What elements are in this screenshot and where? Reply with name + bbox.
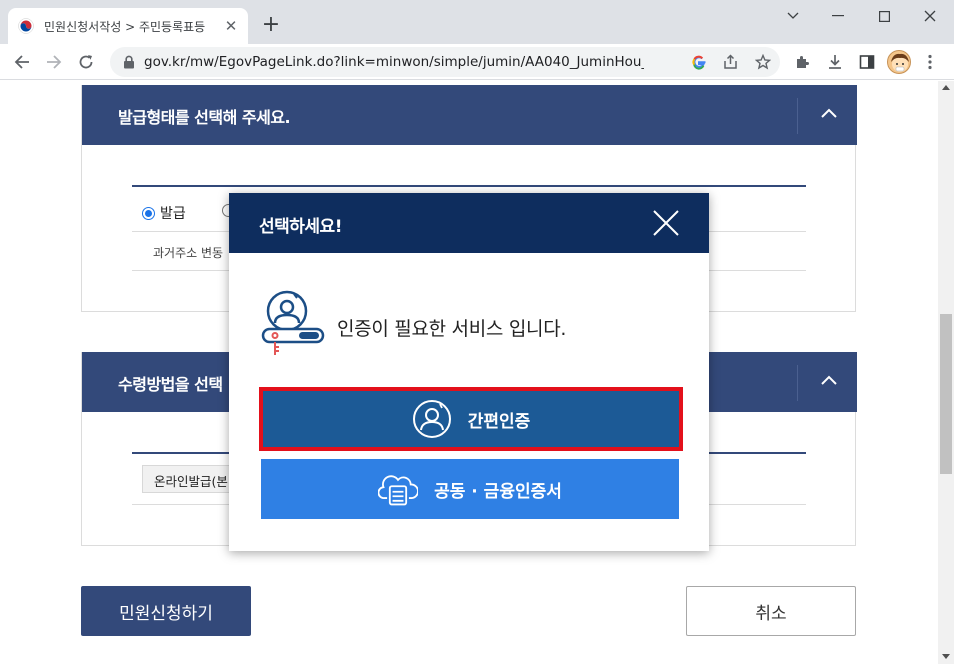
apply-button[interactable]: 민원신청하기 [81, 586, 251, 636]
tab-search-icon[interactable] [770, 0, 816, 32]
scroll-down-arrow-icon[interactable] [942, 654, 950, 659]
auth-message: 인증이 필요한 서비스 입니다. [337, 318, 567, 340]
side-panel-icon[interactable] [857, 52, 877, 72]
past-address-text: 과거주소 변동 [153, 246, 224, 260]
scroll-thumb[interactable] [940, 314, 952, 474]
chevron-up-icon[interactable] [817, 369, 841, 393]
download-icon[interactable] [825, 52, 845, 72]
scroll-up-arrow-icon[interactable] [942, 85, 950, 90]
cancel-button[interactable]: 취소 [686, 586, 856, 636]
gov-emblem-icon [18, 18, 34, 34]
certificate-auth-label: 공동 · 금융인증서 [434, 481, 562, 502]
back-icon[interactable] [8, 48, 36, 76]
auth-required-icon [261, 290, 325, 355]
share-icon[interactable] [722, 53, 740, 71]
radio-issue-label: 발급 [160, 206, 186, 222]
chevron-up-icon[interactable] [817, 102, 841, 126]
radio-issue-button[interactable] [142, 206, 155, 220]
profile-avatar[interactable] [887, 50, 911, 74]
minimize-icon[interactable] [815, 0, 861, 32]
maximize-icon[interactable] [861, 0, 907, 32]
issue-type-title: 발급형태를 선택해 주세요. [118, 108, 291, 127]
tab-strip: 민원신청서작성 > 주민등록표등 ✕ + [0, 0, 954, 44]
tab-title: 민원신청서작성 > 주민등록표등 [44, 19, 206, 34]
lock-icon [124, 55, 134, 69]
google-translate-icon[interactable] [690, 53, 708, 71]
browser-window: 민원신청서작성 > 주민등록표등 ✕ + gov.kr/mw/EgovPageL… [0, 0, 954, 664]
issue-type-header: 발급형태를 선택해 주세요. [82, 85, 857, 145]
close-icon[interactable] [652, 209, 680, 237]
close-window-icon[interactable] [907, 0, 953, 32]
simple-auth-button[interactable]: 간편인증 [259, 387, 683, 451]
person-circle-icon [412, 400, 451, 438]
menu-kebab-icon[interactable] [920, 52, 940, 72]
browser-toolbar: gov.kr/mw/EgovPageLink.do?link=minwon/si… [0, 44, 954, 80]
cloud-certificate-icon [378, 475, 419, 506]
browser-tab[interactable]: 민원신청서작성 > 주민등록표등 ✕ [8, 8, 248, 44]
url-text: gov.kr/mw/EgovPageLink.do?link=minwon/si… [144, 54, 644, 70]
tab-close-icon[interactable]: ✕ [222, 17, 240, 35]
table-top-line [132, 185, 806, 187]
certificate-auth-button[interactable]: 공동 · 금융인증서 [261, 459, 679, 519]
auth-modal: 선택하세요! 인증이 필요한 서비스 입니다. 간편인증 공동 · 금융인증서 [229, 193, 709, 551]
modal-header: 선택하세요! [229, 193, 709, 253]
address-bar[interactable]: gov.kr/mw/EgovPageLink.do?link=minwon/si… [110, 47, 780, 77]
receipt-method-title: 수령방법을 선택 [118, 375, 223, 394]
bookmark-star-icon[interactable] [754, 53, 772, 71]
modal-title: 선택하세요! [259, 217, 342, 237]
new-tab-button[interactable]: + [258, 12, 284, 38]
reload-icon[interactable] [72, 48, 100, 76]
extensions-icon[interactable] [792, 52, 812, 72]
header-divider [797, 365, 798, 401]
forward-icon[interactable] [40, 48, 68, 76]
radio-issue[interactable]: 발급 [142, 203, 186, 223]
page-scrollbar[interactable] [938, 81, 954, 664]
simple-auth-label: 간편인증 [467, 411, 531, 432]
avatar-face-icon [891, 53, 909, 72]
header-divider [797, 98, 798, 134]
